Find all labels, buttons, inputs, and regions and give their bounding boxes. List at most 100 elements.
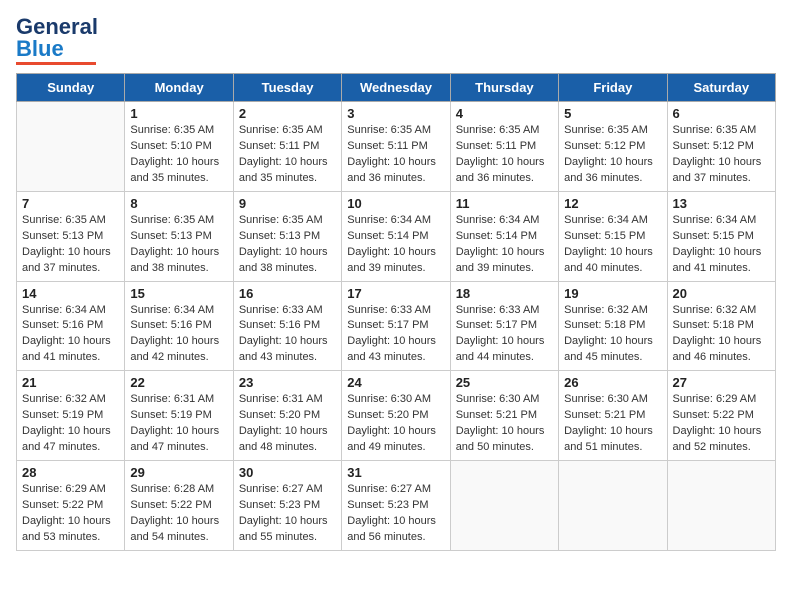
cell-info: Sunrise: 6:32 AMSunset: 5:18 PMDaylight:…	[564, 303, 661, 367]
week-row-4: 21Sunrise: 6:32 AMSunset: 5:19 PMDayligh…	[17, 371, 776, 461]
calendar-cell: 8 Sunrise: 6:35 AMSunset: 5:13 PMDaylight…	[125, 191, 233, 281]
week-row-2: 7 Sunrise: 6:35 AMSunset: 5:13 PMDaylight…	[17, 191, 776, 281]
cell-info: Sunrise: 6:34 AMSunset: 5:15 PMDaylight:…	[673, 213, 770, 277]
day-number: 16	[239, 286, 336, 301]
logo-text: General Blue	[16, 16, 98, 60]
day-header-thursday: Thursday	[450, 74, 558, 102]
week-row-3: 14Sunrise: 6:34 AMSunset: 5:16 PMDayligh…	[17, 281, 776, 371]
day-number: 29	[130, 465, 227, 480]
week-row-5: 28 Sunrise: 6:29 AMSunset: 5:22 PMDayligh…	[17, 461, 776, 551]
day-number: 21	[22, 375, 119, 390]
calendar-cell: 1 Sunrise: 6:35 AMSunset: 5:10 PMDaylight…	[125, 102, 233, 192]
day-header-sunday: Sunday	[17, 74, 125, 102]
cell-info: Sunrise: 6:34 AMSunset: 5:14 PMDaylight:…	[456, 213, 553, 277]
calendar-cell: 22Sunrise: 6:31 AMSunset: 5:19 PMDayligh…	[125, 371, 233, 461]
cell-info: Sunrise: 6:33 AMSunset: 5:17 PMDaylight:…	[347, 303, 444, 367]
cell-info: Sunrise: 6:34 AMSunset: 5:15 PMDaylight:…	[564, 213, 661, 277]
day-number: 6	[673, 106, 770, 121]
cell-info: Sunrise: 6:35 AMSunset: 5:11 PMDaylight:…	[456, 123, 553, 187]
calendar-cell: 18Sunrise: 6:33 AMSunset: 5:17 PMDayligh…	[450, 281, 558, 371]
day-number: 24	[347, 375, 444, 390]
cell-info: Sunrise: 6:35 AMSunset: 5:13 PMDaylight:…	[239, 213, 336, 277]
day-number: 27	[673, 375, 770, 390]
logo: General Blue	[16, 16, 98, 65]
day-number: 3	[347, 106, 444, 121]
calendar-cell: 20 Sunrise: 6:32 AMSunset: 5:18 PMDayligh…	[667, 281, 775, 371]
day-number: 11	[456, 196, 553, 211]
calendar-cell: 13 Sunrise: 6:34 AMSunset: 5:15 PMDayligh…	[667, 191, 775, 281]
day-number: 4	[456, 106, 553, 121]
cell-info: Sunrise: 6:35 AMSunset: 5:13 PMDaylight:…	[22, 213, 119, 277]
day-header-monday: Monday	[125, 74, 233, 102]
calendar-cell: 31Sunrise: 6:27 AMSunset: 5:23 PMDayligh…	[342, 461, 450, 551]
day-number: 2	[239, 106, 336, 121]
calendar-cell: 28 Sunrise: 6:29 AMSunset: 5:22 PMDayligh…	[17, 461, 125, 551]
calendar-cell: 2 Sunrise: 6:35 AMSunset: 5:11 PMDaylight…	[233, 102, 341, 192]
cell-info: Sunrise: 6:28 AMSunset: 5:22 PMDaylight:…	[130, 482, 227, 546]
day-number: 17	[347, 286, 444, 301]
calendar-cell: 9Sunrise: 6:35 AMSunset: 5:13 PMDaylight…	[233, 191, 341, 281]
calendar-cell: 27Sunrise: 6:29 AMSunset: 5:22 PMDayligh…	[667, 371, 775, 461]
cell-info: Sunrise: 6:32 AMSunset: 5:18 PMDaylight:…	[673, 303, 770, 367]
cell-info: Sunrise: 6:35 AMSunset: 5:11 PMDaylight:…	[239, 123, 336, 187]
calendar-cell: 30Sunrise: 6:27 AMSunset: 5:23 PMDayligh…	[233, 461, 341, 551]
day-number: 23	[239, 375, 336, 390]
calendar-cell: 17 Sunrise: 6:33 AMSunset: 5:17 PMDayligh…	[342, 281, 450, 371]
header-row: SundayMondayTuesdayWednesdayThursdayFrid…	[17, 74, 776, 102]
calendar-cell: 4 Sunrise: 6:35 AMSunset: 5:11 PMDaylight…	[450, 102, 558, 192]
cell-info: Sunrise: 6:35 AMSunset: 5:12 PMDaylight:…	[673, 123, 770, 187]
cell-info: Sunrise: 6:35 AMSunset: 5:11 PMDaylight:…	[347, 123, 444, 187]
calendar-cell: 24 Sunrise: 6:30 AMSunset: 5:20 PMDayligh…	[342, 371, 450, 461]
day-number: 5	[564, 106, 661, 121]
cell-info: Sunrise: 6:27 AMSunset: 5:23 PMDaylight:…	[239, 482, 336, 546]
header: General Blue	[16, 16, 776, 65]
day-header-wednesday: Wednesday	[342, 74, 450, 102]
cell-info: Sunrise: 6:35 AMSunset: 5:13 PMDaylight:…	[130, 213, 227, 277]
cell-info: Sunrise: 6:30 AMSunset: 5:21 PMDaylight:…	[456, 392, 553, 456]
cell-info: Sunrise: 6:34 AMSunset: 5:14 PMDaylight:…	[347, 213, 444, 277]
calendar-cell: 29 Sunrise: 6:28 AMSunset: 5:22 PMDayligh…	[125, 461, 233, 551]
calendar-cell: 15 Sunrise: 6:34 AMSunset: 5:16 PMDayligh…	[125, 281, 233, 371]
day-number: 8	[130, 196, 227, 211]
calendar-cell: 11 Sunrise: 6:34 AMSunset: 5:14 PMDayligh…	[450, 191, 558, 281]
cell-info: Sunrise: 6:30 AMSunset: 5:21 PMDaylight:…	[564, 392, 661, 456]
cell-info: Sunrise: 6:29 AMSunset: 5:22 PMDaylight:…	[22, 482, 119, 546]
calendar-cell: 12Sunrise: 6:34 AMSunset: 5:15 PMDayligh…	[559, 191, 667, 281]
calendar-cell: 14Sunrise: 6:34 AMSunset: 5:16 PMDayligh…	[17, 281, 125, 371]
day-number: 20	[673, 286, 770, 301]
cell-info: Sunrise: 6:31 AMSunset: 5:20 PMDaylight:…	[239, 392, 336, 456]
day-number: 1	[130, 106, 227, 121]
calendar-cell: 19 Sunrise: 6:32 AMSunset: 5:18 PMDayligh…	[559, 281, 667, 371]
cell-info: Sunrise: 6:31 AMSunset: 5:19 PMDaylight:…	[130, 392, 227, 456]
calendar-cell: 21Sunrise: 6:32 AMSunset: 5:19 PMDayligh…	[17, 371, 125, 461]
calendar-cell: 25Sunrise: 6:30 AMSunset: 5:21 PMDayligh…	[450, 371, 558, 461]
day-number: 19	[564, 286, 661, 301]
calendar-cell: 23 Sunrise: 6:31 AMSunset: 5:20 PMDayligh…	[233, 371, 341, 461]
logo-underline	[16, 62, 96, 65]
cell-info: Sunrise: 6:34 AMSunset: 5:16 PMDaylight:…	[130, 303, 227, 367]
day-number: 26	[564, 375, 661, 390]
day-number: 7	[22, 196, 119, 211]
calendar-table: SundayMondayTuesdayWednesdayThursdayFrid…	[16, 73, 776, 551]
calendar-cell	[559, 461, 667, 551]
day-number: 28	[22, 465, 119, 480]
day-number: 13	[673, 196, 770, 211]
calendar-cell	[667, 461, 775, 551]
calendar-cell: 7 Sunrise: 6:35 AMSunset: 5:13 PMDaylight…	[17, 191, 125, 281]
cell-info: Sunrise: 6:27 AMSunset: 5:23 PMDaylight:…	[347, 482, 444, 546]
calendar-cell	[17, 102, 125, 192]
cell-info: Sunrise: 6:34 AMSunset: 5:16 PMDaylight:…	[22, 303, 119, 367]
cell-info: Sunrise: 6:35 AMSunset: 5:12 PMDaylight:…	[564, 123, 661, 187]
calendar-cell: 16Sunrise: 6:33 AMSunset: 5:16 PMDayligh…	[233, 281, 341, 371]
calendar-cell: 26 Sunrise: 6:30 AMSunset: 5:21 PMDayligh…	[559, 371, 667, 461]
day-number: 15	[130, 286, 227, 301]
calendar-cell: 6 Sunrise: 6:35 AMSunset: 5:12 PMDaylight…	[667, 102, 775, 192]
cell-info: Sunrise: 6:30 AMSunset: 5:20 PMDaylight:…	[347, 392, 444, 456]
calendar-cell: 10Sunrise: 6:34 AMSunset: 5:14 PMDayligh…	[342, 191, 450, 281]
day-header-tuesday: Tuesday	[233, 74, 341, 102]
cell-info: Sunrise: 6:33 AMSunset: 5:17 PMDaylight:…	[456, 303, 553, 367]
calendar-cell: 3 Sunrise: 6:35 AMSunset: 5:11 PMDaylight…	[342, 102, 450, 192]
calendar-cell	[450, 461, 558, 551]
cell-info: Sunrise: 6:35 AMSunset: 5:10 PMDaylight:…	[130, 123, 227, 187]
day-header-friday: Friday	[559, 74, 667, 102]
